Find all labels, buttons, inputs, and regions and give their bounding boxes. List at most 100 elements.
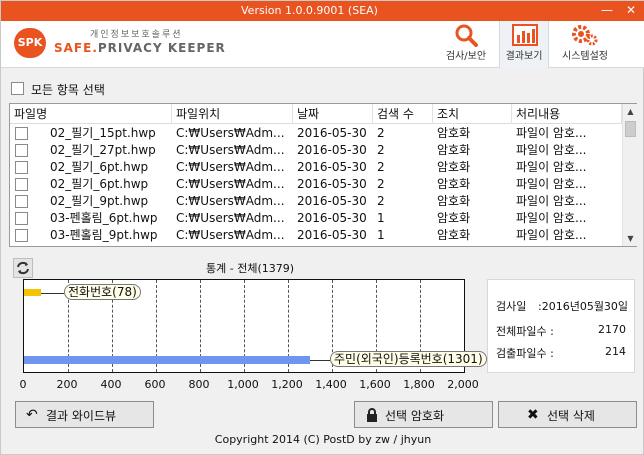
table-cell: 03-펜홀림_9pt.hwp [50,228,158,242]
row-checkbox[interactable] [15,195,28,208]
col-count[interactable]: 검색 수 [373,104,433,124]
vertical-scrollbar[interactable]: ▲ ▼ [622,104,637,246]
x-tick-label: 1,000 [227,378,259,391]
scan-date-label: 검사일 [496,300,527,313]
detected-files-label: 검출파일수 : [496,347,554,360]
select-all-checkbox[interactable] [11,82,24,95]
gears-icon [572,25,598,46]
row-checkbox[interactable] [15,229,28,242]
table-row[interactable]: 02_필기_6pt.hwp C:₩Users₩Adm... 2016-05-30 2 암… [10,159,622,176]
delete-label: 선택 삭제 [547,409,595,423]
x-tick-label: 200 [56,378,78,391]
logo-subtitle: 개인정보보호솔루션 [90,30,183,40]
table-cell: 암호화 [437,160,471,174]
scroll-down-icon[interactable]: ▼ [623,231,638,246]
total-files-value: 2170 [598,323,626,336]
delete-x-icon: ✖ [527,407,539,423]
table-cell: 2016-05-30 [297,160,367,174]
col-action[interactable]: 조치 [433,104,512,124]
refresh-button[interactable] [13,258,33,278]
nav-results[interactable]: 결과보기 [499,21,549,68]
table-cell: 2016-05-30 [297,143,367,157]
table-cell: 암호화 [437,143,471,157]
app-window: Version 1.0.0.9001 (SEA) — ✕ SPK 개인정보보호솔… [0,0,644,455]
table-cell: 2016-05-30 [297,211,367,225]
table-cell: 02_필기_15pt.hwp [50,126,156,140]
x-tick-label: 1,400 [315,378,347,391]
row-checkbox[interactable] [15,144,28,157]
stats-title: 통계 - 전체(1379) [206,262,295,275]
table-cell: 02_필기_6pt.hwp [50,177,149,191]
title-bar: Version 1.0.0.9001 (SEA) — ✕ [1,1,644,21]
encrypt-label: 선택 암호화 [385,409,445,423]
nav-settings-label: 시스템설정 [562,51,608,62]
nav-system-settings[interactable]: 시스템설정 [557,21,613,68]
row-checkbox[interactable] [15,127,28,140]
table-cell: C:₩Users₩Adm... [176,160,285,174]
delete-button[interactable]: ✖ 선택 삭제 [498,401,637,428]
row-checkbox[interactable] [15,178,28,191]
table-cell: 암호화 [437,211,471,225]
logo-name-a: SAFE. [54,41,98,55]
table-cell: 파일이 암호... [516,228,587,242]
table-cell: C:₩Users₩Adm... [176,228,285,242]
table-cell: 03-펜홀림_6pt.hwp [50,211,158,225]
table-cell: 1 [377,211,385,225]
col-date[interactable]: 날짜 [293,104,373,124]
bar-chart-icon [512,24,538,46]
col-result[interactable]: 처리내용 [512,104,622,124]
table-cell: 2 [377,177,385,191]
col-filename[interactable]: 파일명 [10,104,172,124]
logo-name-b: PRIVACY [97,41,163,55]
x-tick-label: 1,200 [271,378,303,391]
table-cell: 암호화 [437,126,471,140]
col-location[interactable]: 파일위치 [172,104,293,124]
table-row[interactable]: 02_필기_15pt.hwp C:₩Users₩Adm... 2016-05-30 2… [10,125,622,142]
select-all-label: 모든 항목 선택 [31,83,105,97]
detected-files-value: 214 [605,345,626,358]
scroll-up-icon[interactable]: ▲ [623,104,638,119]
lock-icon [367,408,377,422]
total-files-label: 전체파일수 : [496,325,554,338]
row-checkbox[interactable] [15,212,28,225]
table-cell: C:₩Users₩Adm... [176,143,285,157]
refresh-icon [17,261,29,275]
table-cell: C:₩Users₩Adm... [176,177,285,191]
table-cell: 파일이 암호... [516,126,587,140]
x-tick-label: 1,600 [359,378,391,391]
logo-mark: SPK [14,28,46,58]
chart-bar [24,356,311,364]
table-cell: 파일이 암호... [516,177,587,191]
minimize-button[interactable]: — [597,1,617,21]
wide-view-label: 결과 와이드뷰 [46,409,117,423]
table-cell: C:₩Users₩Adm... [176,194,285,208]
scan-date-value: :2016년05월30일 [538,300,629,313]
table-cell: 2016-05-30 [297,228,367,242]
x-tick-label: 400 [100,378,122,391]
scroll-thumb[interactable] [625,121,636,137]
table-cell: 2 [377,143,385,157]
nav-scan-security[interactable]: 검사/보안 [441,21,491,68]
table-cell: 02_필기_6pt.hwp [50,160,149,174]
x-tick-label: 0 [19,378,27,391]
table-row[interactable]: 02_필기_6pt.hwp C:₩Users₩Adm... 2016-05-30 2 암… [10,176,622,193]
table-cell: 2 [377,126,385,140]
table-cell: 2016-05-30 [297,194,367,208]
footer-copyright: Copyright 2014 (C) PostD by zw / jhyun [214,433,432,446]
table-cell: 2016-05-30 [297,126,367,140]
table-cell: 암호화 [437,194,471,208]
table-row[interactable]: 02_필기_9pt.hwp C:₩Users₩Adm... 2016-05-30 2 암… [10,193,622,210]
table-row[interactable]: 03-펜홀림_6pt.hwp C:₩Users₩Adm... 2016-05-30 1… [10,210,622,227]
chart-bar [24,289,42,296]
table-row[interactable]: 03-펜홀림_9pt.hwp C:₩Users₩Adm... 2016-05-30 1… [10,227,622,244]
table-row[interactable]: 02_필기_27pt.hwp C:₩Users₩Adm... 2016-05-30 2… [10,142,622,159]
wide-view-button[interactable]: ↶ 결과 와이드뷰 [15,401,154,428]
encrypt-button[interactable]: 선택 암호화 [354,401,493,428]
row-checkbox[interactable] [15,161,28,174]
logo-name-c: KEEPER [162,41,226,55]
close-button[interactable]: ✕ [619,1,643,21]
back-arrow-icon: ↶ [26,407,38,423]
stats-panel: 검사일 :2016년05월30일 전체파일수 : 2170 검출파일수 : 21… [487,279,635,373]
table-cell: 파일이 암호... [516,194,587,208]
select-all[interactable]: 모든 항목 선택 [11,82,105,98]
